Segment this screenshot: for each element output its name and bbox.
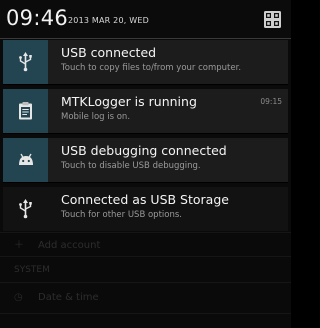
notification-subtitle: Mobile log is on. xyxy=(61,112,131,122)
plus-icon: ＋ xyxy=(14,240,24,251)
section-system: SYSTEM xyxy=(14,265,50,275)
quick-settings-grid-icon[interactable] xyxy=(263,10,282,29)
notification-title: USB connected xyxy=(61,45,157,60)
divider xyxy=(3,84,288,85)
notification-title: Connected as USB Storage xyxy=(61,192,229,207)
notification-icon-box xyxy=(3,187,48,231)
notification-subtitle: Touch for other USB options. xyxy=(61,210,182,220)
notification-usb-connected[interactable]: USB connected Touch to copy files to/fro… xyxy=(3,40,288,84)
clock-icon: ◷ xyxy=(14,292,23,303)
notification-icon-box xyxy=(3,138,48,182)
setting-date-time: ◷ Date & time xyxy=(14,292,99,303)
divider xyxy=(0,313,291,314)
notification-usb-debugging[interactable]: USB debugging connected Touch to disable… xyxy=(3,138,288,182)
divider xyxy=(0,282,291,283)
usb-icon xyxy=(19,52,32,72)
notification-icon-box xyxy=(3,89,48,133)
android-debug-icon xyxy=(19,153,33,165)
setting-label: Add account xyxy=(38,240,101,251)
notification-title: USB debugging connected xyxy=(61,143,227,158)
status-header: 09:46 2013 MAR 20, WED xyxy=(0,0,291,39)
divider xyxy=(3,182,288,183)
notification-subtitle: Touch to disable USB debugging. xyxy=(61,161,201,171)
notification-usb-storage[interactable]: Connected as USB Storage Touch for other… xyxy=(3,187,288,231)
notification-mtklogger[interactable]: MTKLogger is running Mobile log is on. 0… xyxy=(3,89,288,133)
log-clipboard-icon xyxy=(19,102,32,120)
notification-shade: 09:46 2013 MAR 20, WED USB connected Tou… xyxy=(0,0,291,328)
notification-icon-box xyxy=(3,40,48,84)
notification-time: 09:15 xyxy=(260,97,282,106)
setting-add-account: ＋ Add account xyxy=(14,236,100,251)
usb-icon xyxy=(19,199,32,219)
clock-time: 09:46 xyxy=(6,6,69,30)
notification-subtitle: Touch to copy files to/from your compute… xyxy=(61,63,242,73)
section-label: SYSTEM xyxy=(14,265,50,275)
divider xyxy=(0,232,291,233)
notification-title: MTKLogger is running xyxy=(61,94,197,109)
divider xyxy=(3,133,288,134)
clock-date: 2013 MAR 20, WED xyxy=(68,16,149,25)
divider xyxy=(0,256,291,257)
setting-label: Date & time xyxy=(38,292,99,303)
